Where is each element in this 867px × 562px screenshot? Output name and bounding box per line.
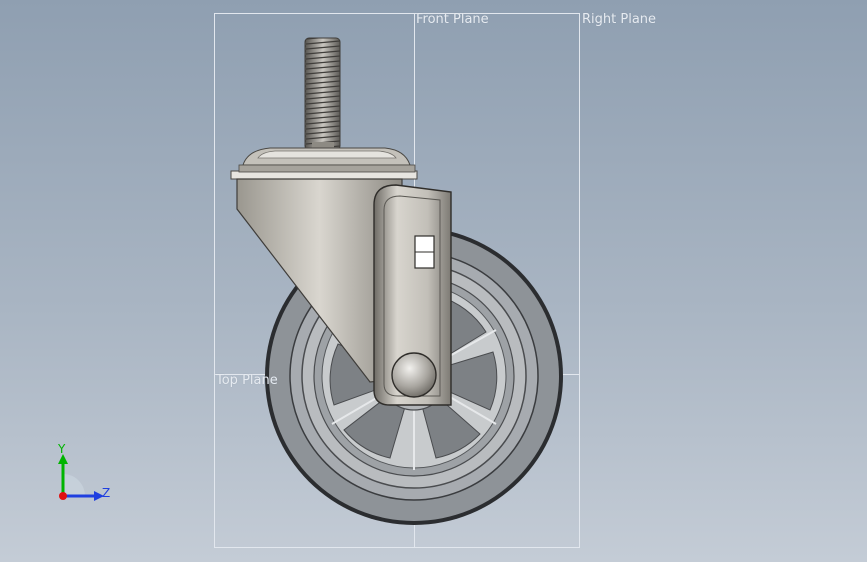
orientation-triad[interactable]: Y Z <box>50 440 120 510</box>
model-canvas[interactable] <box>0 0 867 562</box>
axle-nut[interactable] <box>391 352 437 398</box>
mounting-plate[interactable] <box>230 147 418 180</box>
front-plane-label[interactable]: Front Plane <box>416 12 489 27</box>
right-plane-label[interactable]: Right Plane <box>582 12 656 27</box>
y-axis-label: Y <box>58 442 66 456</box>
graphics-viewport[interactable]: Front Plane Right Plane Top Plane Y Z <box>0 0 867 562</box>
top-plane-label[interactable]: Top Plane <box>216 373 278 388</box>
z-axis-label: Z <box>102 486 111 500</box>
threaded-stem[interactable] <box>304 37 341 154</box>
